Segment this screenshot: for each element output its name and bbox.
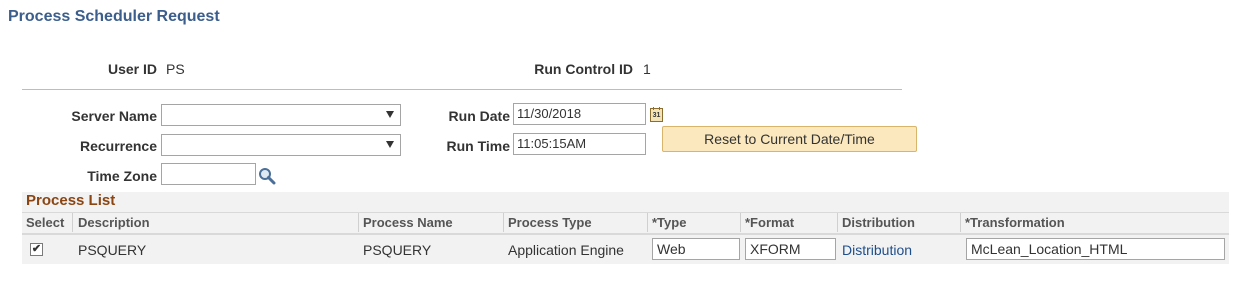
column-separator: [503, 213, 504, 232]
type-value: Web: [657, 241, 686, 257]
grid-header-divider: [22, 212, 1229, 213]
row-process-type: Application Engine: [508, 242, 624, 258]
col-format: *Format: [745, 215, 795, 230]
format-select[interactable]: XFORM: [745, 238, 836, 260]
column-separator: [72, 213, 73, 232]
server-name-select[interactable]: [161, 104, 401, 126]
user-id-value: PS: [166, 61, 185, 77]
user-id-label: User ID: [107, 61, 157, 77]
type-select[interactable]: Web: [652, 238, 740, 260]
col-process-name: Process Name: [363, 215, 453, 230]
run-date-label: Run Date: [448, 108, 510, 124]
column-separator: [740, 213, 741, 232]
column-separator: [358, 213, 359, 232]
grid-row-divider: [22, 233, 1229, 235]
calendar-icon[interactable]: 31: [650, 107, 663, 122]
recurrence-label: Recurrence: [79, 138, 157, 154]
column-separator: [837, 213, 838, 232]
search-icon[interactable]: [258, 167, 276, 185]
run-date-input[interactable]: 11/30/2018: [513, 103, 646, 125]
col-description: Description: [78, 215, 150, 230]
column-separator: [647, 213, 648, 232]
run-control-value: 1: [643, 61, 651, 77]
select-checkbox[interactable]: ✔: [30, 243, 43, 256]
row-process-name: PSQUERY: [363, 242, 432, 258]
col-type: *Type: [652, 215, 687, 230]
format-value: XFORM: [750, 241, 801, 257]
recurrence-select[interactable]: [161, 134, 401, 156]
distribution-link[interactable]: Distribution: [842, 242, 912, 258]
column-separator: [960, 213, 961, 232]
col-distribution: Distribution: [842, 215, 915, 230]
header-divider: [22, 89, 902, 90]
run-time-input[interactable]: 11:05:15AM: [513, 133, 646, 155]
row-description: PSQUERY: [78, 242, 147, 258]
run-time-label: Run Time: [446, 138, 510, 154]
time-zone-label: Time Zone: [87, 168, 157, 184]
time-zone-input[interactable]: [161, 163, 256, 185]
chevron-down-icon: [386, 141, 394, 148]
transformation-select[interactable]: McLean_Location_HTML: [966, 238, 1225, 260]
reset-datetime-button[interactable]: Reset to Current Date/Time: [662, 126, 917, 152]
process-list-title: Process List: [26, 192, 116, 209]
col-transformation: *Transformation: [965, 215, 1065, 230]
col-select: Select: [26, 215, 65, 230]
server-name-label: Server Name: [71, 108, 157, 124]
checkmark-icon: ✔: [31, 243, 42, 255]
page-title: Process Scheduler Request: [8, 8, 220, 25]
chevron-down-icon: [386, 111, 394, 118]
col-process-type: Process Type: [508, 215, 592, 230]
transformation-value: McLean_Location_HTML: [971, 241, 1128, 257]
run-control-label: Run Control ID: [534, 61, 633, 77]
